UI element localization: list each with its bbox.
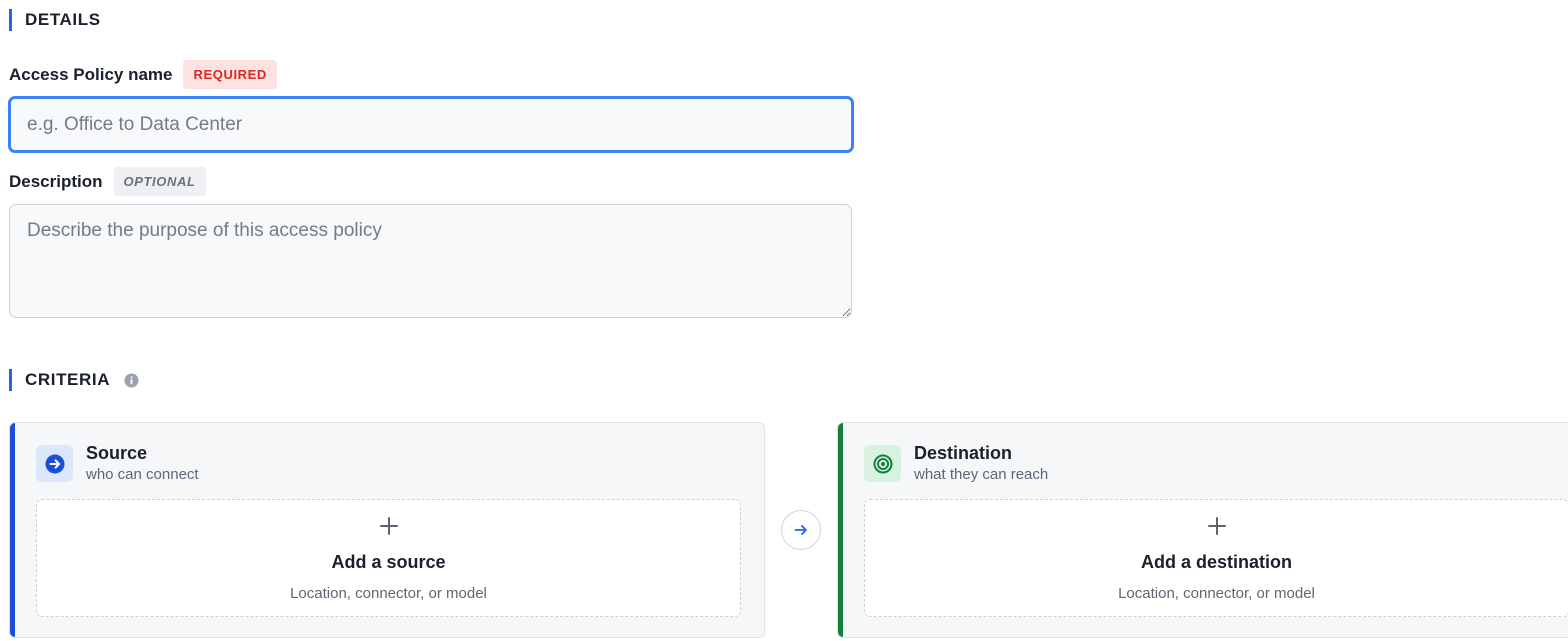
criteria-section-title: CRITERIA [9, 369, 139, 391]
add-destination-label: Add a destination [1140, 552, 1292, 572]
details-section-title-text: DETAILS [25, 10, 101, 29]
source-subtitle: who can connect [86, 466, 199, 483]
name-label: Access Policy name [9, 64, 173, 84]
policy-name-input[interactable] [8, 96, 854, 153]
details-section-title: DETAILS [9, 9, 101, 31]
description-label-row: Description OPTIONAL [9, 167, 206, 196]
description-label: Description [9, 171, 103, 191]
destination-title: Destination [914, 443, 1013, 463]
source-title: Source [86, 443, 148, 463]
criteria-section-title-text: CRITERIA [25, 370, 111, 389]
add-source-button[interactable]: Add a source Location, connector, or mod… [36, 499, 741, 617]
arrow-right-icon [781, 510, 821, 550]
add-source-label: Add a source [331, 552, 446, 572]
add-destination-hint: Location, connector, or model [1118, 585, 1315, 602]
arrow-right-circle-icon [36, 445, 73, 482]
destination-subtitle: what they can reach [914, 466, 1049, 483]
destination-card: Destination what they can reach Add a de… [837, 422, 1568, 638]
optional-badge: OPTIONAL [113, 167, 206, 196]
required-badge: REQUIRED [183, 60, 277, 89]
plus-icon [37, 512, 740, 542]
info-icon[interactable] [124, 373, 139, 388]
source-card: Source who can connect Add a source Loca… [9, 422, 765, 638]
name-label-row: Access Policy name REQUIRED [9, 60, 277, 89]
add-source-hint: Location, connector, or model [290, 585, 487, 602]
add-destination-button[interactable]: Add a destination Location, connector, o… [864, 499, 1568, 617]
plus-icon [865, 512, 1568, 542]
description-textarea[interactable] [9, 204, 852, 318]
policy-form: DETAILS Access Policy name REQUIRED Desc… [0, 0, 1568, 641]
target-icon [864, 445, 901, 482]
